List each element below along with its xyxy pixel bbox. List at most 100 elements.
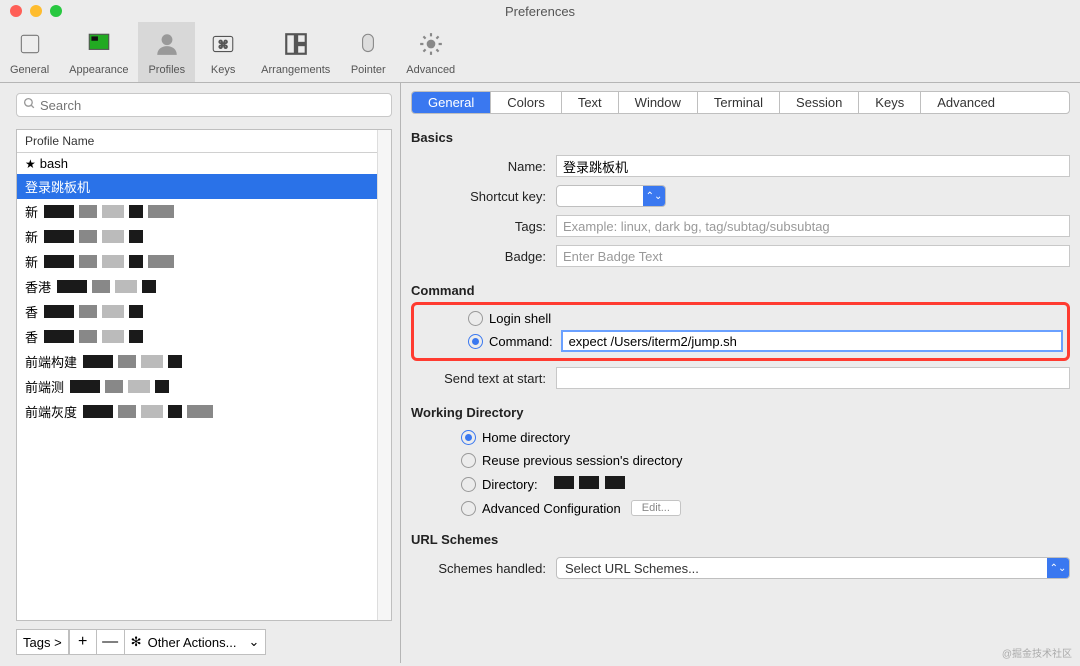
pointer-icon [350, 26, 386, 62]
redacted [81, 355, 182, 368]
profile-list-header: Profile Name [17, 130, 391, 153]
chevron-updown-icon: ⌃⌄ [643, 185, 665, 207]
profile-search-input[interactable] [40, 98, 385, 113]
schemes-select-label: Select URL Schemes... [557, 561, 1047, 576]
tab-session[interactable]: Session [780, 92, 859, 113]
directory-radio[interactable] [461, 477, 476, 492]
shortcut-label: Shortcut key: [411, 189, 556, 204]
scrollbar[interactable] [377, 130, 391, 620]
tab-keys[interactable]: Keys [859, 92, 921, 113]
profile-row[interactable]: 新 [17, 199, 391, 224]
profile-list: ★bash登录跳板机新新新香港香香前端构建前端测前端灰度 [17, 153, 391, 619]
command-radio[interactable] [468, 334, 483, 349]
redacted-path [552, 476, 625, 492]
gear-icon: ✻ [131, 634, 142, 650]
toolbar-keys[interactable]: ⌘Keys [195, 22, 251, 82]
toolbar-arrangements[interactable]: Arrangements [251, 22, 340, 82]
schemes-label: Schemes handled: [411, 561, 556, 576]
name-field[interactable] [556, 155, 1070, 177]
chevron-down-icon: ⌄ [248, 634, 259, 650]
working-dir-heading: Working Directory [411, 405, 1070, 420]
profile-row[interactable]: 香港 [17, 274, 391, 299]
preferences-toolbar: General Appearance Profiles ⌘KeysArrangemen… [0, 22, 1080, 83]
badge-field[interactable] [556, 245, 1070, 267]
reuse-dir-radio[interactable] [461, 453, 476, 468]
redacted [42, 330, 143, 343]
toolbar-label: Pointer [351, 64, 386, 76]
tab-general[interactable]: General [412, 92, 491, 113]
tab-colors[interactable]: Colors [491, 92, 562, 113]
advanced-config-radio[interactable] [461, 501, 476, 516]
profile-label: 新 [25, 252, 38, 271]
toolbar-profiles[interactable]: Profiles [138, 22, 195, 82]
remove-profile-button[interactable]: — [97, 629, 125, 655]
toolbar-general[interactable]: General [0, 22, 59, 82]
login-shell-radio[interactable] [468, 311, 483, 326]
toolbar-label: Appearance [69, 64, 128, 76]
edit-button[interactable]: Edit... [631, 500, 681, 516]
profile-row[interactable]: 前端灰度 [17, 399, 391, 424]
tab-window[interactable]: Window [619, 92, 698, 113]
profile-row[interactable]: 香 [17, 324, 391, 349]
profile-tabs: GeneralColorsTextWindowTerminalSessionKe… [411, 91, 1070, 114]
toolbar-label: Profiles [148, 64, 185, 76]
profile-label: 登录跳板机 [25, 177, 90, 196]
home-dir-label: Home directory [482, 430, 570, 445]
tags-label: Tags: [411, 219, 556, 234]
tab-text[interactable]: Text [562, 92, 619, 113]
redacted [68, 380, 169, 393]
profile-label: 前端测 [25, 377, 64, 396]
redacted [55, 280, 156, 293]
profile-row[interactable]: 前端测 [17, 374, 391, 399]
profile-row[interactable]: 登录跳板机 [17, 174, 391, 199]
redacted [81, 405, 213, 418]
profile-label: 前端灰度 [25, 402, 77, 421]
command-highlight-box: Login shell Command: [411, 302, 1070, 361]
profile-label: 新 [25, 202, 38, 221]
profile-row[interactable]: 新 [17, 249, 391, 274]
profile-row[interactable]: ★bash [17, 153, 391, 174]
minimize-window-button[interactable] [30, 5, 42, 17]
profile-row[interactable]: 新 [17, 224, 391, 249]
profile-label: 香 [25, 327, 38, 346]
arrangements-icon [278, 26, 314, 62]
badge-label: Badge: [411, 249, 556, 264]
send-text-label: Send text at start: [411, 371, 556, 386]
other-actions-menu[interactable]: ✻ Other Actions... ⌄ [125, 629, 267, 655]
add-profile-button[interactable]: + [69, 629, 97, 655]
tab-terminal[interactable]: Terminal [698, 92, 780, 113]
redacted [42, 205, 174, 218]
schemes-select[interactable]: Select URL Schemes... ⌃⌄ [556, 557, 1070, 579]
command-field[interactable] [561, 330, 1063, 352]
zoom-window-button[interactable] [50, 5, 62, 17]
login-shell-label: Login shell [489, 311, 551, 326]
toolbar-appearance[interactable]: Appearance [59, 22, 138, 82]
close-window-button[interactable] [10, 5, 22, 17]
tags-field[interactable] [556, 215, 1070, 237]
profile-row[interactable]: 前端构建 [17, 349, 391, 374]
toolbar-label: Advanced [406, 64, 455, 76]
shortcut-select[interactable]: ⌃⌄ [556, 185, 666, 207]
profile-search[interactable] [16, 93, 392, 117]
profile-label: 香 [25, 302, 38, 321]
toolbar-pointer[interactable]: Pointer [340, 22, 396, 82]
tab-advanced[interactable]: Advanced [921, 92, 1011, 113]
home-dir-radio[interactable] [461, 430, 476, 445]
toolbar-label: General [10, 64, 49, 76]
svg-text:⌘: ⌘ [218, 39, 229, 51]
search-icon [23, 97, 36, 113]
redacted [42, 255, 174, 268]
general-icon [12, 26, 48, 62]
watermark: @掘金技术社区 [1002, 645, 1072, 660]
profile-label: bash [40, 156, 68, 171]
tags-toggle[interactable]: Tags > [16, 629, 69, 655]
basics-heading: Basics [411, 130, 1070, 145]
toolbar-advanced[interactable]: Advanced [396, 22, 465, 82]
profile-row[interactable]: 香 [17, 299, 391, 324]
window-title: Preferences [505, 4, 575, 19]
advanced-config-label: Advanced Configuration [482, 501, 621, 516]
url-schemes-heading: URL Schemes [411, 532, 1070, 547]
command-label: Command: [489, 334, 553, 349]
directory-label: Directory: [482, 477, 538, 492]
send-text-field[interactable] [556, 367, 1070, 389]
